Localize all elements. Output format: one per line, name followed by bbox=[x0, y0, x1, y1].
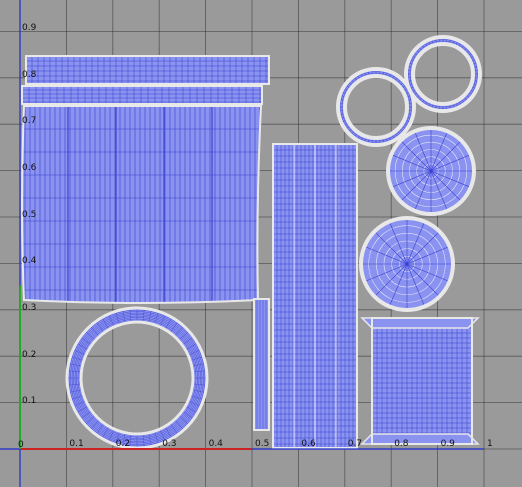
origin-label: 0 bbox=[18, 440, 24, 450]
v-tick-label: 0.8 bbox=[22, 69, 37, 80]
uv-island-spool-block bbox=[360, 317, 480, 445]
v-tick-label: 0.4 bbox=[22, 256, 37, 267]
uv-island-ring-small-right bbox=[404, 35, 482, 113]
u-tick-label: 1 bbox=[487, 439, 493, 449]
u-tick-label: 0.3 bbox=[162, 439, 177, 449]
u-tick-label: 0.5 bbox=[255, 439, 270, 449]
uv-island-band-strip bbox=[21, 85, 263, 105]
v-tick-label: 0.5 bbox=[22, 209, 37, 220]
uv-island-tall-column bbox=[272, 143, 358, 449]
u-tick-label: 0.2 bbox=[115, 439, 131, 449]
u-tick-label: 0.6 bbox=[301, 439, 316, 449]
v-tick-label: 0.7 bbox=[22, 116, 37, 127]
uv-island-side-strip bbox=[253, 298, 270, 431]
u-tick-label: 0.4 bbox=[208, 439, 223, 449]
uv-island-cap-disc-bottom bbox=[359, 216, 455, 312]
uv-island-body-panel bbox=[21, 105, 263, 304]
u-tick-label: 0.8 bbox=[394, 439, 409, 449]
v-tick-label: 0.3 bbox=[22, 303, 37, 313]
uv-island-ring-small-left bbox=[336, 67, 416, 147]
uv-editor-viewport[interactable]: 0 0.1 0.2 0.3 0.4 0.5 0.6 0.7 0.8 0.9 1 0.1 0.2 0.3 0… bbox=[0, 0, 522, 487]
v-tick-label: 0.9 bbox=[22, 23, 37, 33]
v-tick-label: 0.2 bbox=[22, 349, 37, 360]
uv-island-rim-strip bbox=[25, 55, 270, 85]
uv-island-ring-large bbox=[65, 306, 209, 450]
uv-island-cap-disc-top bbox=[386, 126, 476, 216]
u-tick-label: 0.7 bbox=[347, 439, 363, 449]
v-tick-label: 0.1 bbox=[22, 396, 37, 407]
uv-canvas[interactable] bbox=[0, 0, 522, 487]
u-tick-label: 0.9 bbox=[440, 439, 455, 449]
u-tick-label: 0.1 bbox=[69, 439, 84, 449]
v-tick-label: 0.6 bbox=[22, 163, 37, 173]
